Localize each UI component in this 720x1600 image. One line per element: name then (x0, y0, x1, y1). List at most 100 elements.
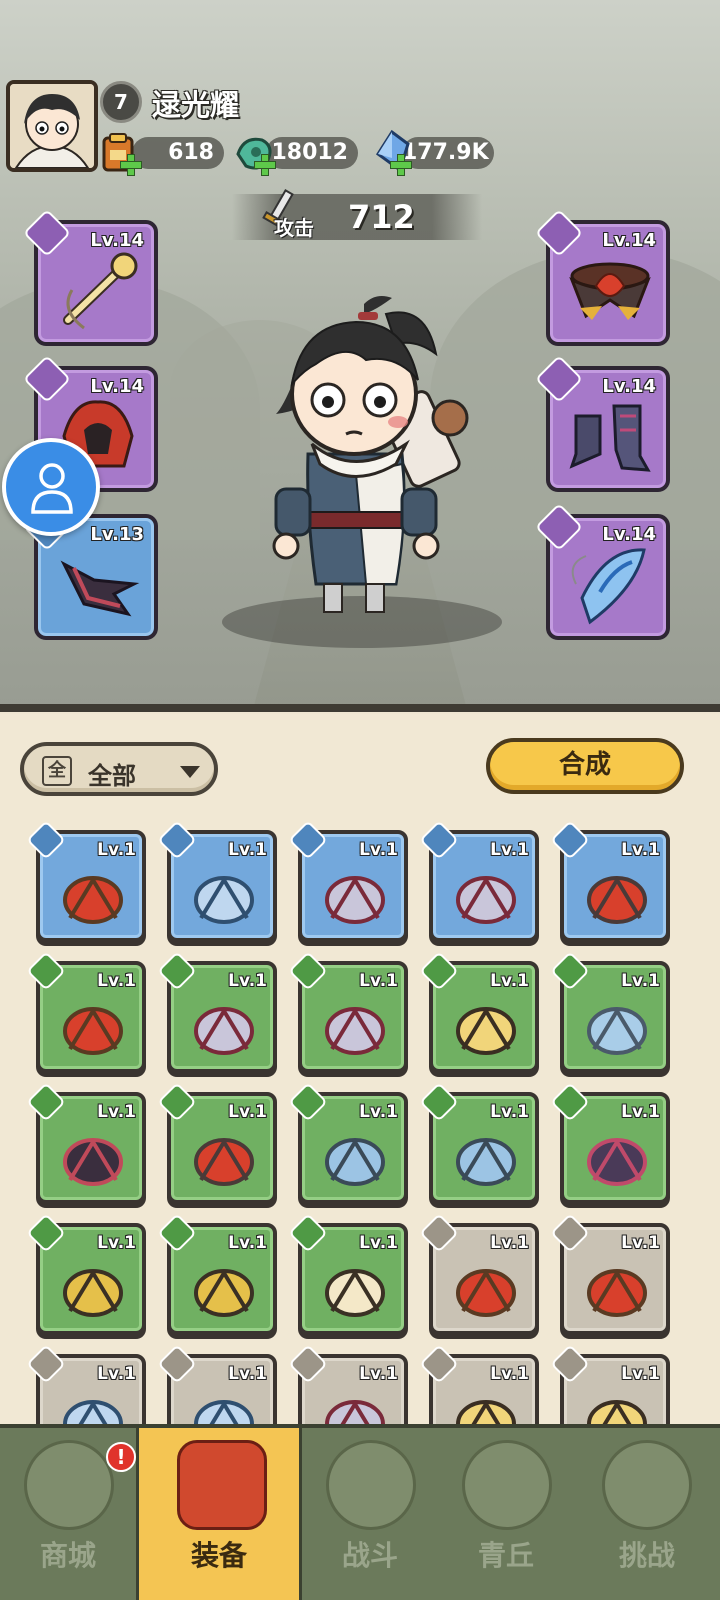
item-level: Lv.1 (490, 1233, 529, 1253)
item-level: Lv.1 (359, 971, 398, 991)
golden-belt-icon (63, 1269, 123, 1317)
equipped-weapon-slot[interactable]: Lv.14 (22, 208, 158, 346)
equipped-belt-slot[interactable]: Lv.14 (534, 208, 670, 346)
mountain-icon (462, 1440, 552, 1530)
notification-badge: ! (106, 1442, 136, 1472)
item-type-icon (550, 951, 590, 991)
tab-battle[interactable]: 战斗 (302, 1428, 438, 1600)
item-type-icon (157, 1344, 197, 1384)
hammer-icon (194, 1007, 254, 1055)
inventory-item[interactable]: Lv.1 (157, 1213, 277, 1335)
inventory-item[interactable]: Lv.1 (550, 1344, 670, 1424)
inventory-item[interactable]: Lv.1 (26, 1344, 146, 1424)
lotus-belt-icon (194, 1138, 254, 1186)
inventory-item[interactable]: Lv.1 (288, 820, 408, 942)
item-level: Lv.1 (97, 1233, 136, 1253)
hero-character[interactable] (246, 284, 476, 624)
item-type-icon (288, 951, 328, 991)
add-jade-icon[interactable] (254, 154, 276, 176)
golden-scepter-icon (456, 1007, 516, 1055)
item-type-icon (288, 1082, 328, 1122)
equipped-level: Lv.14 (602, 230, 656, 251)
scroll-resource-value: 618 (132, 137, 224, 169)
item-level: Lv.1 (228, 971, 267, 991)
equipped-level: Lv.14 (602, 376, 656, 397)
inventory-item[interactable]: Lv.1 (157, 820, 277, 942)
inventory-item[interactable]: Lv.1 (26, 951, 146, 1073)
tab-qingqiu[interactable]: 青丘 (438, 1428, 574, 1600)
inventory-item[interactable]: Lv.1 (550, 1213, 670, 1335)
dark-belt-icon (587, 1138, 647, 1186)
tab-label: 青丘 (477, 1539, 534, 1572)
inventory-item[interactable]: Lv.1 (288, 951, 408, 1073)
inventory-panel: 全 全部 合成 Lv.1 Lv.1 Lv.1 Lv.1 Lv.1 Lv.1 Lv.1 Lv.1… (0, 714, 720, 1424)
inventory-item[interactable]: Lv.1 (550, 951, 670, 1073)
item-type-icon (550, 1082, 590, 1122)
ice-belt-icon (456, 1138, 516, 1186)
item-type-icon (26, 1344, 66, 1384)
equipped-level: Lv.14 (90, 230, 144, 251)
add-crystal-icon[interactable] (390, 154, 412, 176)
inventory-item[interactable]: Lv.1 (157, 1082, 277, 1204)
item-level: Lv.1 (359, 1233, 398, 1253)
item-level: Lv.1 (97, 840, 136, 860)
inventory-item[interactable]: Lv.1 (419, 951, 539, 1073)
hammer-icon (456, 876, 516, 924)
inventory-item[interactable]: Lv.1 (26, 1082, 146, 1204)
player-name: 逯光耀 (152, 88, 240, 122)
tab-challenge[interactable]: 挑战 (574, 1428, 720, 1600)
inventory-item[interactable]: Lv.1 (419, 1213, 539, 1335)
filter-dropdown[interactable]: 全 全部 (20, 742, 218, 796)
tab-shop[interactable]: 商城 ! (0, 1428, 136, 1600)
equipped-pendant-slot[interactable]: Lv.14 (534, 502, 670, 640)
item-type-icon (419, 1344, 459, 1384)
item-level: Lv.1 (97, 1364, 136, 1384)
equipped-boots-slot[interactable]: Lv.14 (534, 354, 670, 492)
jade-resource-value: 18012 (266, 137, 358, 169)
item-level: Lv.1 (359, 1364, 398, 1384)
item-type-icon (26, 1213, 66, 1253)
ice-bow-icon (194, 876, 254, 924)
chevron-down-icon (180, 766, 200, 778)
player-avatar[interactable] (6, 80, 98, 172)
inventory-item[interactable]: Lv.1 (419, 820, 539, 942)
flame-staff-icon (63, 1007, 123, 1055)
equipped-level: Lv.14 (90, 376, 144, 397)
item-type-icon (419, 1213, 459, 1253)
item-type-icon (26, 820, 66, 860)
item-level: Lv.1 (359, 840, 398, 860)
player-level-badge: 7 (100, 81, 142, 123)
item-type-icon (550, 1213, 590, 1253)
inventory-item[interactable]: Lv.1 (157, 1344, 277, 1424)
inventory-item[interactable]: Lv.1 (26, 820, 146, 942)
ice-bow-icon (194, 1400, 254, 1424)
item-level: Lv.1 (359, 1102, 398, 1122)
fang-necklace-icon (325, 1269, 385, 1317)
dark-claw-bracer-icon (60, 560, 140, 617)
inventory-item[interactable]: Lv.1 (288, 1082, 408, 1204)
ice-bow-icon (63, 1400, 123, 1424)
item-level: Lv.1 (621, 971, 660, 991)
add-scroll-icon[interactable] (120, 154, 142, 176)
ice-armor-icon (587, 1007, 647, 1055)
inventory-item[interactable]: Lv.1 (419, 1344, 539, 1424)
user-icon (31, 463, 73, 514)
golden-scepter-icon (587, 1400, 647, 1424)
inventory-item[interactable]: Lv.1 (550, 820, 670, 942)
character-scene: 7 逯光耀 618 18012 177.9K 攻击 712 Lv.14 Lv.1… (0, 0, 720, 712)
item-level: Lv.1 (621, 1102, 660, 1122)
inventory-item[interactable]: Lv.1 (288, 1344, 408, 1424)
inventory-item[interactable]: Lv.1 (157, 951, 277, 1073)
bottom-nav: 商城 ! 装备 战斗 青丘 挑战 (0, 1424, 720, 1600)
item-level: Lv.1 (97, 1102, 136, 1122)
merge-button[interactable]: 合成 (486, 738, 684, 794)
inventory-item[interactable]: Lv.1 (26, 1213, 146, 1335)
inventory-item[interactable]: Lv.1 (288, 1213, 408, 1335)
inventory-item[interactable]: Lv.1 (419, 1082, 539, 1204)
inventory-item[interactable]: Lv.1 (550, 1082, 670, 1204)
crossed-swords-icon (326, 1440, 416, 1530)
profile-float-button[interactable] (2, 438, 100, 536)
tab-equipment[interactable]: 装备 (136, 1428, 302, 1600)
item-type-icon (288, 1213, 328, 1253)
item-type-icon (157, 820, 197, 860)
